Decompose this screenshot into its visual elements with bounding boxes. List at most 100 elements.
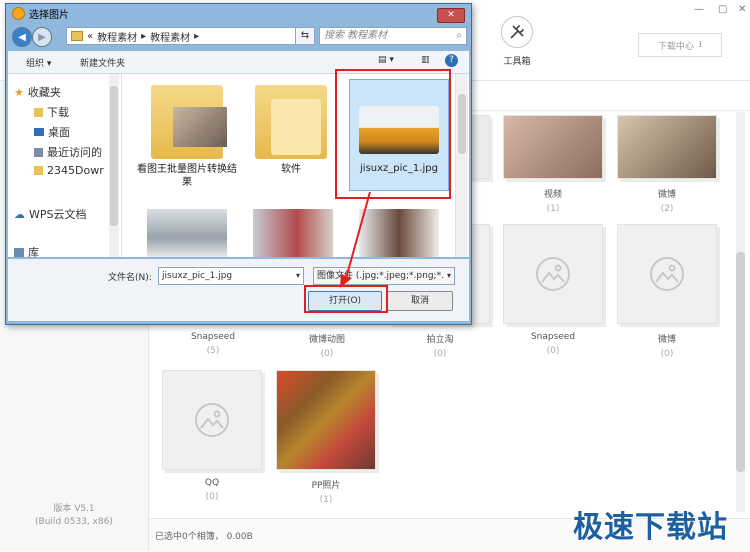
- file-list-scrollbar[interactable]: [455, 74, 468, 257]
- version-info: 版本 V5.1 (Build 0533, x86): [0, 503, 148, 529]
- album-count: (0): [660, 349, 674, 359]
- album-name: 微博: [657, 335, 676, 345]
- album-name: QQ: [204, 478, 220, 488]
- nav-label: 下载: [47, 106, 69, 119]
- search-icon: ⌕: [456, 30, 462, 41]
- nav-folder-2345[interactable]: 2345Dowr: [34, 164, 104, 177]
- preview-pane-icon[interactable]: ▥: [421, 55, 430, 65]
- album-name: 微博: [657, 190, 676, 200]
- album-count: (1): [319, 495, 333, 505]
- tools-icon: [501, 16, 533, 48]
- album-count: (0): [205, 492, 219, 502]
- nav-label: 收藏夹: [27, 86, 61, 99]
- nav-downloads[interactable]: 下载: [34, 104, 69, 120]
- album-card[interactable]: Snapseed (0): [503, 224, 603, 356]
- restore-icon[interactable]: ▢: [718, 4, 727, 15]
- filename-value: jisuxz_pic_1.jpg: [162, 271, 233, 281]
- dialog-footer: 文件名(N): jisuxz_pic_1.jpg ▾ 图像文件 (.jpg;*.…: [8, 259, 469, 321]
- nav-desktop[interactable]: 桌面: [34, 124, 70, 140]
- image-placeholder-icon: [195, 403, 229, 437]
- close-app-icon[interactable]: ✕: [738, 4, 746, 15]
- album-name: PP照片: [311, 481, 341, 491]
- album-placeholder-thumbnail: [162, 370, 262, 470]
- album-card[interactable]: PP照片 (1): [276, 370, 376, 505]
- forward-icon[interactable]: ▶: [32, 27, 52, 47]
- toolbox-button[interactable]: 工具箱: [500, 16, 534, 67]
- folder-item[interactable]: 软件: [241, 79, 341, 176]
- album-count: (0): [433, 349, 447, 359]
- portrait-thumbnail[interactable]: [253, 209, 333, 257]
- new-folder-button[interactable]: 新建文件夹: [80, 56, 125, 69]
- address-segment[interactable]: 教程素材: [150, 29, 190, 44]
- chevron-right-icon: ▸: [141, 30, 147, 42]
- album-card[interactable]: QQ (0): [162, 370, 262, 502]
- nav-libraries[interactable]: 库: [14, 244, 39, 260]
- nav-scrollbar-thumb[interactable]: [110, 86, 118, 226]
- organize-menu[interactable]: 组织 ▾: [26, 56, 51, 69]
- image-placeholder-icon: [536, 257, 570, 291]
- nav-label: 库: [28, 246, 39, 259]
- album-count: (5): [206, 346, 220, 356]
- nav-wps-cloud[interactable]: ☁ WPS云文档: [14, 206, 87, 222]
- album-count: (0): [546, 346, 560, 356]
- image-placeholder-icon: [650, 257, 684, 291]
- chevron-right-icon: ▸: [194, 30, 200, 42]
- watermark-logo: 极速下载站: [573, 510, 728, 545]
- album-placeholder-thumbnail: [503, 224, 603, 324]
- toolbox-label: 工具箱: [503, 57, 531, 67]
- album-thumbnail: [276, 370, 376, 470]
- annotation-highlight-file: [335, 69, 451, 199]
- download-center-button[interactable]: 下载中心 ⭳: [638, 33, 722, 57]
- address-segment[interactable]: 教程素材: [97, 29, 137, 44]
- album-thumbnail: [503, 115, 603, 179]
- nav-favorites[interactable]: ★ 收藏夹: [14, 84, 61, 100]
- dropdown-arrow-icon[interactable]: ▾: [296, 268, 300, 284]
- navigation-pane: ★ 收藏夹 下载 桌面 最近访问的 2345Dowr ☁ WPS云文档 库: [8, 74, 122, 260]
- album-card[interactable]: 视频 (1): [503, 115, 603, 214]
- file-name: 看图王批量图片转换结果: [137, 164, 237, 188]
- nav-label: 最近访问的: [47, 146, 102, 159]
- folder-icon: [71, 31, 83, 41]
- album-scrollbar[interactable]: [736, 112, 745, 512]
- album-thumbnail: [617, 115, 717, 179]
- nav-scrollbar[interactable]: [109, 74, 119, 257]
- refresh-icon[interactable]: ⇆: [295, 27, 315, 45]
- search-input[interactable]: 搜索 教程素材 ⌕: [319, 27, 467, 45]
- filename-label: 文件名(N):: [108, 273, 152, 283]
- download-folder-icon: [34, 107, 43, 117]
- status-text: 已选中0个相簿， 0.00B: [155, 532, 253, 542]
- view-options-icon[interactable]: ▤ ▾: [378, 55, 394, 65]
- search-placeholder: 搜索 教程素材: [324, 30, 388, 41]
- album-name: 拍立淘: [426, 335, 454, 345]
- nav-label: WPS云文档: [29, 208, 87, 221]
- car-showroom-thumbnail[interactable]: [147, 209, 227, 257]
- annotation-arrow-icon: [340, 191, 371, 288]
- folder-item[interactable]: 看图王批量图片转换结果: [137, 79, 237, 189]
- album-count: (2): [660, 204, 674, 214]
- album-placeholder-thumbnail: [617, 224, 717, 324]
- library-icon: [14, 247, 24, 257]
- help-icon[interactable]: ?: [445, 54, 458, 67]
- dropdown-arrow-icon[interactable]: ▾: [446, 268, 451, 284]
- cloud-icon: ☁: [14, 207, 25, 221]
- back-icon[interactable]: ◀: [12, 27, 32, 47]
- filename-input[interactable]: jisuxz_pic_1.jpg ▾: [158, 267, 304, 285]
- scrollbar-thumb[interactable]: [736, 252, 745, 472]
- album-count: (0): [320, 349, 334, 359]
- folder-with-image-icon: [147, 79, 227, 163]
- app-logo-icon: [12, 7, 25, 20]
- album-card[interactable]: 微博 (0): [617, 224, 717, 359]
- address-prefix: «: [87, 30, 94, 42]
- nav-recent[interactable]: 最近访问的: [34, 144, 102, 160]
- recent-places-icon: [34, 147, 43, 157]
- minimize-icon[interactable]: —: [694, 4, 704, 15]
- close-dialog-button[interactable]: ✕: [437, 8, 465, 23]
- download-center-label: 下载中心: [657, 41, 694, 52]
- download-icon: ⭳: [698, 40, 703, 50]
- album-card[interactable]: 微博 (2): [617, 115, 717, 214]
- file-list-scrollbar-thumb[interactable]: [458, 94, 466, 154]
- file-name: 软件: [281, 164, 301, 175]
- cancel-button[interactable]: 取消: [387, 291, 453, 311]
- address-bar[interactable]: « 教程素材 ▸ 教程素材 ▸: [66, 27, 296, 45]
- nav-label: 桌面: [48, 126, 70, 139]
